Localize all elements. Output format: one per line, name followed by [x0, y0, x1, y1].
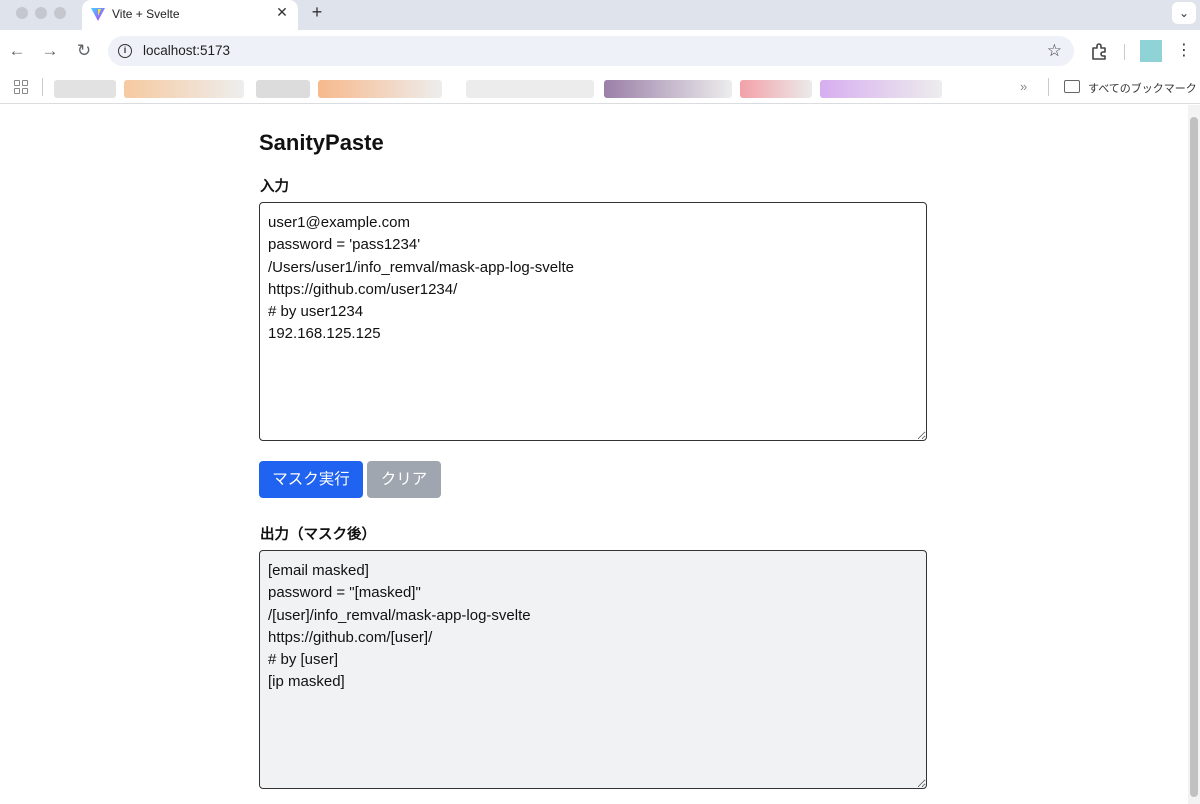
back-icon[interactable]: ←	[6, 40, 28, 62]
more-bookmarks-icon[interactable]: »	[1020, 79, 1027, 94]
extensions-puzzle-icon[interactable]	[1088, 40, 1110, 62]
new-tab-icon[interactable]: +	[308, 3, 326, 21]
vite-logo-icon	[91, 8, 105, 21]
bookmark-item[interactable]	[256, 80, 310, 98]
site-info-icon[interactable]: i	[118, 44, 132, 58]
apps-grid-icon[interactable]	[14, 80, 28, 94]
window-minimize-dot[interactable]	[35, 7, 47, 19]
bookmarks-divider	[42, 78, 43, 96]
tab-search-icon[interactable]: ⌄	[1172, 2, 1196, 24]
browser-toolbar: ← → ↻ i localhost:5173 ☆	[0, 30, 1200, 72]
profile-avatar-icon[interactable]	[1140, 40, 1162, 62]
close-tab-icon[interactable]: ✕	[274, 4, 290, 20]
bookmark-item[interactable]	[318, 80, 442, 98]
forward-icon[interactable]: →	[39, 40, 61, 62]
bookmark-item[interactable]	[466, 80, 594, 98]
input-textarea[interactable]: user1@example.com password = 'pass1234' …	[259, 202, 927, 441]
bookmark-item[interactable]	[820, 80, 942, 98]
window-close-dot[interactable]	[16, 7, 28, 19]
address-bar[interactable]: i localhost:5173 ☆	[108, 36, 1074, 66]
bookmark-item[interactable]	[604, 80, 732, 98]
scrollbar-thumb[interactable]	[1190, 117, 1198, 797]
bookmark-item[interactable]	[54, 80, 116, 98]
bookmarks-divider	[1048, 78, 1049, 96]
all-bookmarks-link[interactable]: すべてのブックマーク	[1088, 80, 1197, 96]
toolbar-divider	[1124, 44, 1125, 60]
folder-icon	[1064, 80, 1080, 93]
reload-icon[interactable]: ↻	[73, 40, 95, 62]
tab-strip: Vite + Svelte ✕ + ⌄	[0, 0, 1200, 30]
clear-button[interactable]: クリア	[367, 461, 441, 498]
active-tab[interactable]: Vite + Svelte ✕	[82, 0, 298, 30]
mask-button[interactable]: マスク実行	[259, 461, 363, 498]
bookmark-item[interactable]	[740, 80, 812, 98]
window-zoom-dot[interactable]	[54, 7, 66, 19]
input-label: 入力	[260, 179, 289, 195]
bookmark-star-icon[interactable]: ☆	[1047, 41, 1062, 61]
tab-title: Vite + Svelte	[112, 7, 180, 21]
page-title: SanityPaste	[259, 130, 384, 155]
output-label: 出力（マスク後）	[260, 527, 376, 543]
bookmarks-bar: » すべてのブックマーク	[0, 72, 1200, 104]
url-text[interactable]: localhost:5173	[143, 43, 230, 58]
bookmark-item[interactable]	[124, 80, 244, 98]
browser-menu-icon[interactable]: ⋮	[1176, 41, 1192, 61]
page-scrollbar[interactable]	[1188, 105, 1200, 804]
output-textarea[interactable]: [email masked] password = "[masked]" /[u…	[259, 550, 927, 789]
